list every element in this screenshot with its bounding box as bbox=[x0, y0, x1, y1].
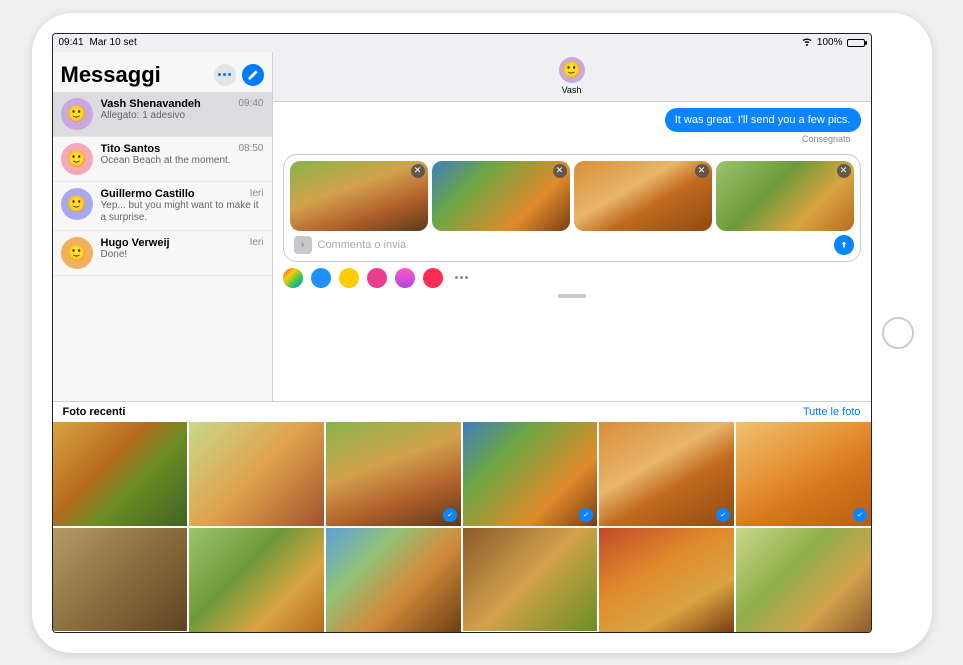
conversation-row[interactable]: 🙂 Tito Santos08:50Ocean Beach at the mome… bbox=[53, 137, 272, 182]
chat-header[interactable]: 🙂 Vash bbox=[273, 52, 871, 102]
conversation-time: Ieri bbox=[250, 237, 264, 249]
status-time: 09:41 bbox=[59, 37, 84, 48]
home-button[interactable] bbox=[882, 317, 914, 349]
photo-cell[interactable] bbox=[189, 422, 324, 526]
conversation-preview: Allegato: 1 adesivo bbox=[101, 110, 264, 122]
conversation-time: 09:40 bbox=[238, 98, 263, 110]
imessage-app-heart[interactable] bbox=[423, 268, 443, 288]
selected-check-icon bbox=[579, 508, 593, 522]
remove-attachment-button[interactable]: ✕ bbox=[411, 164, 425, 178]
conversation-sidebar: Messaggi 🙂 Vash Shenavandeh09:40Allegato:… bbox=[53, 52, 273, 402]
avatar: 🙂 bbox=[61, 98, 93, 130]
imessage-app-search-pink[interactable] bbox=[367, 268, 387, 288]
conversation-preview: Ocean Beach at the moment. bbox=[101, 155, 264, 167]
photo-cell[interactable] bbox=[599, 528, 734, 632]
app-strip bbox=[273, 264, 871, 294]
conversation-time: 08:50 bbox=[238, 143, 263, 155]
avatar: 🙂 bbox=[61, 143, 93, 175]
photo-cell[interactable] bbox=[463, 528, 598, 632]
conversation-row[interactable]: 🙂 Guillermo CastilloIeriYep... but you mi… bbox=[53, 182, 272, 231]
imessage-app-memoji[interactable] bbox=[339, 268, 359, 288]
staged-photo[interactable]: ✕ bbox=[716, 161, 854, 231]
conversation-name: Guillermo Castillo bbox=[101, 188, 250, 200]
selected-check-icon bbox=[853, 508, 867, 522]
conversation-row[interactable]: 🙂 Vash Shenavandeh09:40Allegato: 1 adesiv… bbox=[53, 92, 272, 137]
conversation-name: Vash Shenavandeh bbox=[101, 98, 239, 110]
conversation-preview: Yep... but you might want to make it a s… bbox=[101, 200, 264, 224]
photo-cell[interactable] bbox=[326, 528, 461, 632]
delivery-status: Consegnato bbox=[283, 134, 861, 144]
staged-photo[interactable]: ✕ bbox=[432, 161, 570, 231]
conversation-name: Tito Santos bbox=[101, 143, 239, 155]
photo-cell[interactable] bbox=[326, 422, 461, 526]
more-button[interactable] bbox=[214, 64, 236, 86]
status-date: Mar 10 set bbox=[90, 37, 137, 48]
photo-cell[interactable] bbox=[53, 528, 188, 632]
staged-photo[interactable]: ✕ bbox=[290, 161, 428, 231]
photo-cell[interactable] bbox=[599, 422, 734, 526]
send-button[interactable] bbox=[834, 235, 854, 255]
staged-photo[interactable]: ✕ bbox=[574, 161, 712, 231]
conversation-name: Hugo Verweij bbox=[101, 237, 250, 249]
photo-cell[interactable] bbox=[53, 422, 188, 526]
avatar: 🙂 bbox=[61, 188, 93, 220]
imessage-app-music[interactable] bbox=[395, 268, 415, 288]
imessage-app-photos[interactable] bbox=[283, 268, 303, 288]
staged-attachments: ✕ ✕ ✕ ✕ › Commenta o invia bbox=[283, 154, 861, 262]
battery-pct: 100% bbox=[817, 37, 843, 48]
drawer-title: Foto recenti bbox=[63, 406, 126, 418]
conversation-time: Ieri bbox=[250, 188, 264, 200]
selected-check-icon bbox=[716, 508, 730, 522]
remove-attachment-button[interactable]: ✕ bbox=[695, 164, 709, 178]
message-input[interactable]: Commenta o invia bbox=[318, 239, 828, 251]
battery-icon bbox=[847, 39, 865, 47]
remove-attachment-button[interactable]: ✕ bbox=[553, 164, 567, 178]
more-apps-button[interactable] bbox=[451, 276, 472, 279]
conversation-row[interactable]: 🙂 Hugo VerweijIeriDone! bbox=[53, 231, 272, 276]
wifi-icon bbox=[801, 35, 813, 50]
message-bubble-outgoing: It was great. I'll send you a few pics. bbox=[665, 108, 861, 132]
expand-apps-button[interactable]: › bbox=[294, 236, 312, 254]
photo-drawer: Foto recenti Tutte le foto bbox=[53, 401, 871, 631]
selected-check-icon bbox=[443, 508, 457, 522]
imessage-app-appstore[interactable] bbox=[311, 268, 331, 288]
compose-button[interactable] bbox=[242, 64, 264, 86]
sidebar-title: Messaggi bbox=[61, 62, 208, 88]
status-bar: 09:41 Mar 10 set 100% bbox=[53, 34, 871, 52]
photo-cell[interactable] bbox=[736, 422, 871, 526]
photo-cell[interactable] bbox=[736, 528, 871, 632]
avatar: 🙂 bbox=[61, 237, 93, 269]
photo-cell[interactable] bbox=[463, 422, 598, 526]
remove-attachment-button[interactable]: ✕ bbox=[837, 164, 851, 178]
contact-name: Vash bbox=[562, 85, 582, 95]
conversation-preview: Done! bbox=[101, 249, 264, 261]
contact-avatar[interactable]: 🙂 bbox=[559, 57, 585, 83]
drawer-grabber[interactable] bbox=[558, 294, 586, 298]
all-photos-link[interactable]: Tutte le foto bbox=[803, 406, 861, 418]
photo-cell[interactable] bbox=[189, 528, 324, 632]
